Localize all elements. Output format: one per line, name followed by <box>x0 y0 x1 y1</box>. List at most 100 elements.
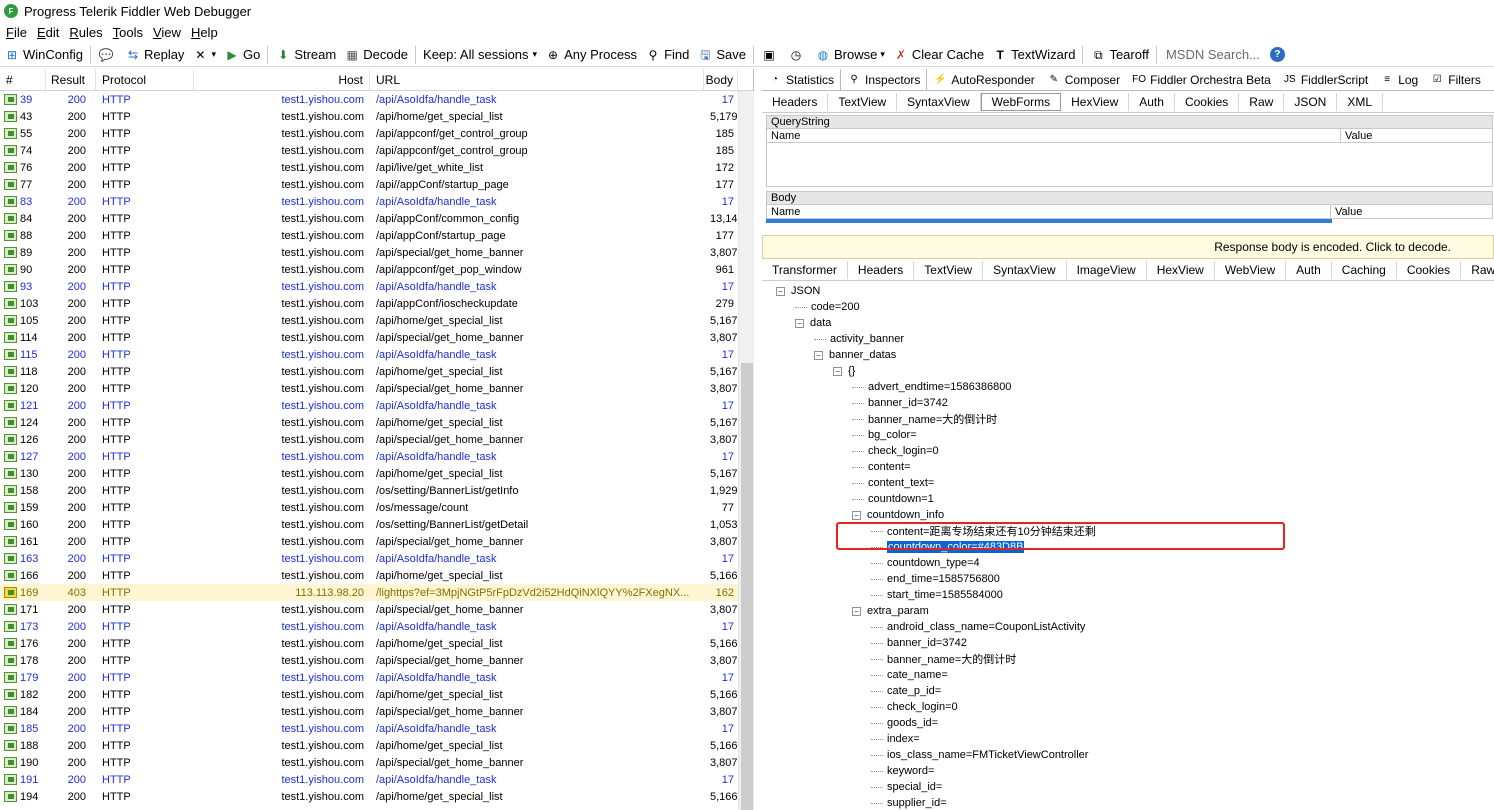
column-header-result[interactable]: Result <box>46 69 96 90</box>
request-tab-xml[interactable]: XML <box>1337 92 1384 111</box>
json-node[interactable]: android_class_name=CouponListActivity <box>762 619 1494 635</box>
querystring-name-column[interactable]: Name <box>767 129 1341 142</box>
json-node[interactable]: code=200 <box>762 299 1494 315</box>
response-tab-hexview[interactable]: HexView <box>1147 260 1215 279</box>
session-row[interactable]: 173 200 HTTP test1.yishou.com/api/AsoIdfa/h… <box>0 618 753 635</box>
request-tab-json[interactable]: JSON <box>1284 92 1338 111</box>
json-node[interactable]: countdown=1 <box>762 491 1494 507</box>
collapse-toggle-icon[interactable]: − <box>852 606 861 616</box>
session-row[interactable]: 126 200 HTTP test1.yishou.com/api/special/g… <box>0 431 753 448</box>
menu-tools[interactable]: Tools <box>113 25 143 40</box>
scrollbar-thumb[interactable] <box>741 363 753 810</box>
session-row[interactable]: 127 200 HTTP test1.yishou.com/api/AsoIdfa/h… <box>0 448 753 465</box>
session-row[interactable]: 103 200 HTTP test1.yishou.com/api/appConf/i… <box>0 295 753 312</box>
json-node[interactable]: − JSON <box>762 283 1494 299</box>
session-row[interactable]: 169 403 HTTP 113.113.98.20/lighttps?ef=3Mpj… <box>0 584 753 601</box>
find-button[interactable]: ⚲ Find <box>645 47 690 63</box>
tab-fiddlerscript[interactable]: JS FiddlerScript <box>1277 70 1374 90</box>
json-node[interactable]: activity_banner <box>762 331 1494 347</box>
session-row[interactable]: 194 200 HTTP test1.yishou.com/api/home/get_… <box>0 788 753 805</box>
json-node[interactable]: cate_p_id= <box>762 683 1494 699</box>
response-tab-raw[interactable]: Raw <box>1461 261 1494 279</box>
json-node[interactable]: index= <box>762 731 1494 747</box>
session-row[interactable]: 76 200 HTTP test1.yishou.com/api/live/get_w… <box>0 159 753 176</box>
json-node[interactable]: − extra_param <box>762 603 1494 619</box>
json-node[interactable]: banner_id=3742 <box>762 635 1494 651</box>
session-row[interactable]: 188 200 HTTP test1.yishou.com/api/home/get_… <box>0 737 753 754</box>
remove-button[interactable]: ✕ ▾ <box>192 47 216 63</box>
json-node[interactable]: banner_name=大的倒计时 <box>762 651 1494 667</box>
session-row[interactable]: 105 200 HTTP test1.yishou.com/api/home/get_… <box>0 312 753 329</box>
tab-statistics[interactable]: ◔ Statistics <box>762 70 840 90</box>
session-row[interactable]: 84 200 HTTP test1.yishou.com/api/appConf/co… <box>0 210 753 227</box>
response-tab-auth[interactable]: Auth <box>1286 260 1332 279</box>
tearoff-button[interactable]: ⧉ Tearoff <box>1090 47 1149 63</box>
session-row[interactable]: 89 200 HTTP test1.yishou.com/api/special/ge… <box>0 244 753 261</box>
screenshot-button[interactable]: ▣ <box>761 47 780 63</box>
response-tab-cookies[interactable]: Cookies <box>1397 260 1462 279</box>
clear-cache-button[interactable]: ✗ Clear Cache <box>893 47 984 63</box>
request-tab-cookies[interactable]: Cookies <box>1175 92 1240 111</box>
session-row[interactable]: 184 200 HTTP test1.yishou.com/api/special/g… <box>0 703 753 720</box>
session-row[interactable]: 114 200 HTTP test1.yishou.com/api/special/g… <box>0 329 753 346</box>
collapse-toggle-icon[interactable]: − <box>852 510 861 520</box>
json-node[interactable]: supplier_id= <box>762 795 1494 810</box>
response-tab-caching[interactable]: Caching <box>1332 260 1397 279</box>
json-node[interactable]: − countdown_info <box>762 507 1494 523</box>
browse-button[interactable]: ◍ Browse ▾ <box>815 47 885 63</box>
session-row[interactable]: 121 200 HTTP test1.yishou.com/api/AsoIdfa/h… <box>0 397 753 414</box>
json-node[interactable]: advert_endtime=1586386800 <box>762 379 1494 395</box>
tab-composer[interactable]: ✎ Composer <box>1041 70 1126 90</box>
querystring-grid[interactable] <box>766 143 1493 187</box>
session-row[interactable]: 179 200 HTTP test1.yishou.com/api/AsoIdfa/h… <box>0 669 753 686</box>
session-row[interactable]: 130 200 HTTP test1.yishou.com/api/home/get_… <box>0 465 753 482</box>
tab-fiddler-orchestra-beta[interactable]: FO Fiddler Orchestra Beta <box>1126 70 1277 90</box>
session-row[interactable]: 166 200 HTTP test1.yishou.com/api/home/get_… <box>0 567 753 584</box>
querystring-value-column[interactable]: Value <box>1341 129 1372 142</box>
comment-button[interactable]: 💬 <box>98 47 117 63</box>
json-node[interactable]: content= <box>762 459 1494 475</box>
json-node[interactable]: content_text= <box>762 475 1494 491</box>
json-node[interactable]: − banner_datas <box>762 347 1494 363</box>
json-node[interactable]: goods_id= <box>762 715 1494 731</box>
any-process-button[interactable]: ⊕ Any Process <box>545 47 637 63</box>
tab-autoresponder[interactable]: ⚡ AutoResponder <box>927 70 1040 90</box>
session-row[interactable]: 159 200 HTTP test1.yishou.com/os/message/co… <box>0 499 753 516</box>
session-row[interactable]: 191 200 HTTP test1.yishou.com/api/AsoIdfa/h… <box>0 771 753 788</box>
session-row[interactable]: 77 200 HTTP test1.yishou.com/api//appConf/s… <box>0 176 753 193</box>
session-row[interactable]: 39 200 HTTP test1.yishou.com/api/AsoIdfa/ha… <box>0 91 753 108</box>
response-tab-transformer[interactable]: Transformer <box>762 260 848 279</box>
session-row[interactable]: 43 200 HTTP test1.yishou.com/api/home/get_s… <box>0 108 753 125</box>
session-row[interactable]: 190 200 HTTP test1.yishou.com/api/special/g… <box>0 754 753 771</box>
session-row[interactable]: 83 200 HTTP test1.yishou.com/api/AsoIdfa/ha… <box>0 193 753 210</box>
json-node[interactable]: check_login=0 <box>762 699 1494 715</box>
request-tab-textview[interactable]: TextView <box>828 92 898 111</box>
json-node[interactable]: check_login=0 <box>762 443 1494 459</box>
session-row[interactable]: 185 200 HTTP test1.yishou.com/api/AsoIdfa/h… <box>0 720 753 737</box>
decode-button[interactable]: ▦ Decode <box>344 47 408 63</box>
session-row[interactable]: 90 200 HTTP test1.yishou.com/api/appconf/ge… <box>0 261 753 278</box>
session-row[interactable]: 124 200 HTTP test1.yishou.com/api/home/get_… <box>0 414 753 431</box>
json-node[interactable]: banner_id=3742 <box>762 395 1494 411</box>
response-tab-imageview[interactable]: ImageView <box>1067 260 1147 279</box>
column-header-host[interactable]: Host <box>194 69 370 90</box>
save-button[interactable]: 🖫 Save <box>697 47 746 63</box>
menu-rules[interactable]: Rules <box>69 25 102 40</box>
session-row[interactable]: 158 200 HTTP test1.yishou.com/os/setting/Ba… <box>0 482 753 499</box>
session-row[interactable]: 176 200 HTTP test1.yishou.com/api/home/get_… <box>0 635 753 652</box>
session-row[interactable]: 120 200 HTTP test1.yishou.com/api/special/g… <box>0 380 753 397</box>
timer-button[interactable]: ◷ <box>788 47 807 63</box>
session-row[interactable]: 160 200 HTTP test1.yishou.com/os/setting/Ba… <box>0 516 753 533</box>
request-tab-raw[interactable]: Raw <box>1239 92 1285 111</box>
session-list-scrollbar[interactable] <box>738 91 754 810</box>
json-node[interactable]: banner_name=大的倒计时 <box>762 411 1494 427</box>
session-row[interactable]: 163 200 HTTP test1.yishou.com/api/AsoIdfa/h… <box>0 550 753 567</box>
request-tab-auth[interactable]: Auth <box>1129 92 1175 111</box>
session-row[interactable]: 88 200 HTTP test1.yishou.com/api/appConf/st… <box>0 227 753 244</box>
body-name-column[interactable]: Name <box>767 205 1331 218</box>
json-node[interactable]: ios_class_name=FMTicketViewController <box>762 747 1494 763</box>
body-value-column[interactable]: Value <box>1331 205 1362 218</box>
json-node[interactable]: end_time=1585756800 <box>762 571 1494 587</box>
keep-sessions-dropdown[interactable]: Keep: All sessions ▾ <box>423 47 537 62</box>
json-node[interactable]: special_id= <box>762 779 1494 795</box>
